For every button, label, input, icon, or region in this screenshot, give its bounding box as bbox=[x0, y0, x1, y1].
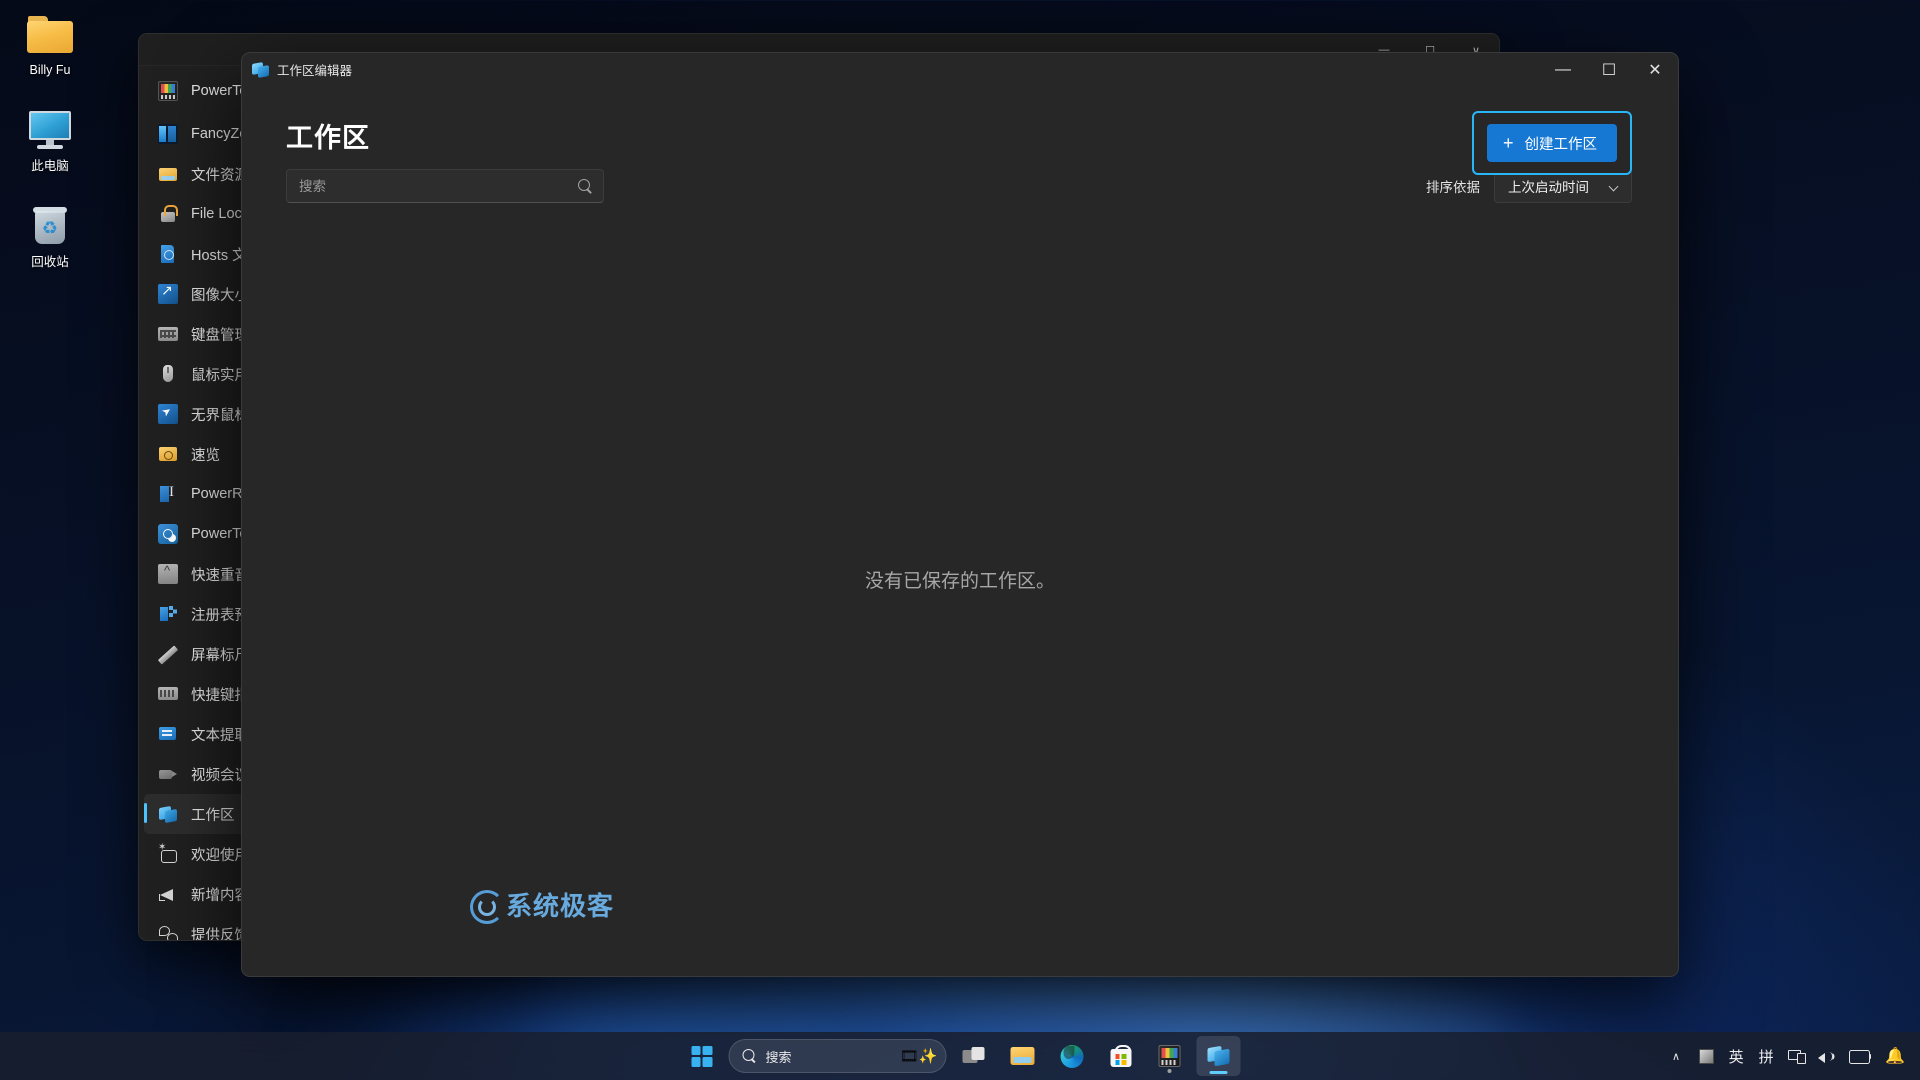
notifications-button[interactable]: 🔔 bbox=[1880, 1039, 1910, 1073]
running-indicator-dot bbox=[1167, 1069, 1172, 1073]
sidebar-item-label: 工作区 bbox=[191, 807, 235, 824]
quick-accent-icon bbox=[158, 563, 178, 584]
feedback-icon bbox=[158, 924, 178, 940]
workspaces-editor-content: 工作区 + 创建工作区 排序依据 上次启动时间 没有已保存的工作区。 bbox=[242, 86, 1678, 976]
watermark-text: 系统极客 bbox=[506, 891, 615, 921]
create-workspace-label: 创建工作区 bbox=[1524, 136, 1598, 153]
taskbar-button-file-explorer[interactable] bbox=[1001, 1036, 1045, 1076]
chevron-down-icon bbox=[1609, 183, 1620, 190]
registry-preview-icon bbox=[158, 604, 178, 624]
edge-icon bbox=[1060, 1044, 1083, 1068]
whats-new-icon bbox=[158, 884, 178, 904]
shortcut-guide-icon bbox=[158, 684, 178, 704]
desktop-icon-list: Billy Fu 此电脑 ♻ 回收站 bbox=[0, 8, 100, 296]
powertoys-icon bbox=[158, 81, 178, 101]
peek-icon bbox=[158, 444, 178, 464]
workspaces-icon bbox=[1207, 1045, 1230, 1067]
text-extractor-icon bbox=[158, 724, 178, 744]
taskbar-search-placeholder: 搜索 bbox=[765, 1049, 792, 1065]
swirl-logo-icon bbox=[470, 889, 504, 924]
sidebar-item-label: 速览 bbox=[191, 447, 220, 464]
watermark: 系统极客 bbox=[470, 886, 615, 924]
system-tray: ∧ 英 拼 🔔 bbox=[1663, 1032, 1910, 1080]
taskbar-button-powertoys[interactable] bbox=[1148, 1036, 1192, 1076]
screen-ruler-icon bbox=[158, 644, 178, 664]
sort-label: 排序依据 bbox=[1426, 180, 1480, 195]
search-input[interactable] bbox=[299, 178, 578, 194]
taskbar: 搜索 🎞✨ ∧ 英 拼 🔔 bbox=[0, 1032, 1920, 1080]
workspaces-editor-titlebar[interactable]: 工作区编辑器 — ☐ ✕ bbox=[242, 53, 1678, 86]
workspaces-editor-window-controls: — ☐ ✕ bbox=[1540, 53, 1678, 86]
powertoys-icon bbox=[1158, 1045, 1181, 1067]
desktop-icon-label: Billy Fu bbox=[29, 63, 71, 77]
search-icon bbox=[742, 1049, 757, 1063]
desktop-icon-label: 此电脑 bbox=[31, 159, 69, 173]
plus-icon: + bbox=[1502, 133, 1514, 153]
tray-app-button[interactable] bbox=[1693, 1039, 1719, 1073]
store-icon bbox=[1110, 1045, 1131, 1067]
powertoys-run-icon bbox=[158, 524, 178, 544]
mouse-without-borders-icon bbox=[158, 404, 178, 424]
powerrename-icon bbox=[158, 484, 178, 504]
maximize-button[interactable]: ☐ bbox=[1586, 53, 1632, 86]
network-icon bbox=[1788, 1049, 1807, 1064]
windows-logo-icon bbox=[691, 1045, 712, 1067]
taskbar-search-box[interactable]: 搜索 🎞✨ bbox=[728, 1039, 947, 1073]
fancyzones-icon bbox=[158, 124, 178, 144]
empty-state-message: 没有已保存的工作区。 bbox=[864, 571, 1055, 592]
ime-mode-button[interactable]: 英 bbox=[1723, 1039, 1749, 1073]
search-icon[interactable] bbox=[578, 178, 593, 194]
taskbar-button-microsoft-edge[interactable] bbox=[1050, 1036, 1094, 1076]
folder-icon bbox=[4, 8, 96, 60]
sparkle-icon: 🎞✨ bbox=[899, 1048, 938, 1065]
ime-pinyin-button[interactable]: 拼 bbox=[1753, 1039, 1779, 1073]
search-box[interactable] bbox=[286, 169, 604, 203]
workspaces-toolbar: 排序依据 上次启动时间 bbox=[242, 155, 1678, 203]
taskbar-button-task-view[interactable] bbox=[952, 1036, 996, 1076]
desktop-icon-recycle-bin[interactable]: ♻ 回收站 bbox=[4, 200, 96, 270]
video-conference-mute-icon bbox=[158, 764, 178, 784]
start-button[interactable] bbox=[680, 1036, 724, 1076]
minimize-button[interactable]: — bbox=[1540, 53, 1586, 86]
desktop-icon-billy-fu[interactable]: Billy Fu bbox=[4, 8, 96, 78]
network-button[interactable] bbox=[1783, 1039, 1809, 1073]
mouse-utilities-icon bbox=[158, 364, 178, 384]
page-title: 工作区 bbox=[286, 123, 370, 153]
workspaces-editor-window[interactable]: 工作区编辑器 — ☐ ✕ 工作区 + 创建工作区 排序依据 上次启动时间 bbox=[241, 52, 1679, 977]
sort-selected-value: 上次启动时间 bbox=[1508, 180, 1589, 195]
create-workspace-button[interactable]: + 创建工作区 bbox=[1486, 124, 1617, 162]
file-explorer-icon bbox=[158, 164, 178, 184]
volume-button[interactable] bbox=[1813, 1039, 1840, 1073]
taskbar-button-microsoft-store[interactable] bbox=[1099, 1036, 1143, 1076]
taskbar-button-workspaces-editor[interactable] bbox=[1196, 1036, 1241, 1076]
desktop-icon-this-pc[interactable]: 此电脑 bbox=[4, 104, 96, 174]
desktop-icon-label: 回收站 bbox=[31, 255, 69, 269]
create-workspace-highlight: + 创建工作区 bbox=[1471, 111, 1632, 175]
close-button[interactable]: ✕ bbox=[1632, 53, 1678, 86]
tray-app-icon bbox=[1698, 1048, 1714, 1064]
workspaces-icon bbox=[252, 61, 269, 78]
file-locksmith-icon bbox=[158, 204, 178, 224]
active-window-indicator bbox=[1209, 1071, 1228, 1074]
keyboard-manager-icon bbox=[158, 324, 178, 344]
recycle-bin-icon: ♻ bbox=[4, 200, 96, 252]
hosts-file-editor-icon bbox=[158, 244, 178, 264]
tray-overflow-button[interactable]: ∧ bbox=[1663, 1039, 1689, 1073]
task-view-icon bbox=[962, 1046, 985, 1066]
volume-icon bbox=[1818, 1049, 1835, 1064]
file-explorer-icon bbox=[1010, 1046, 1035, 1066]
workspaces-icon bbox=[158, 804, 178, 824]
welcome-icon bbox=[158, 842, 178, 864]
image-resizer-icon bbox=[158, 282, 178, 304]
this-pc-icon bbox=[4, 104, 96, 156]
taskbar-center-group: 搜索 🎞✨ bbox=[680, 1032, 1241, 1080]
battery-button[interactable] bbox=[1844, 1039, 1876, 1073]
window-title: 工作区编辑器 bbox=[277, 64, 353, 78]
battery-icon bbox=[1849, 1049, 1871, 1064]
